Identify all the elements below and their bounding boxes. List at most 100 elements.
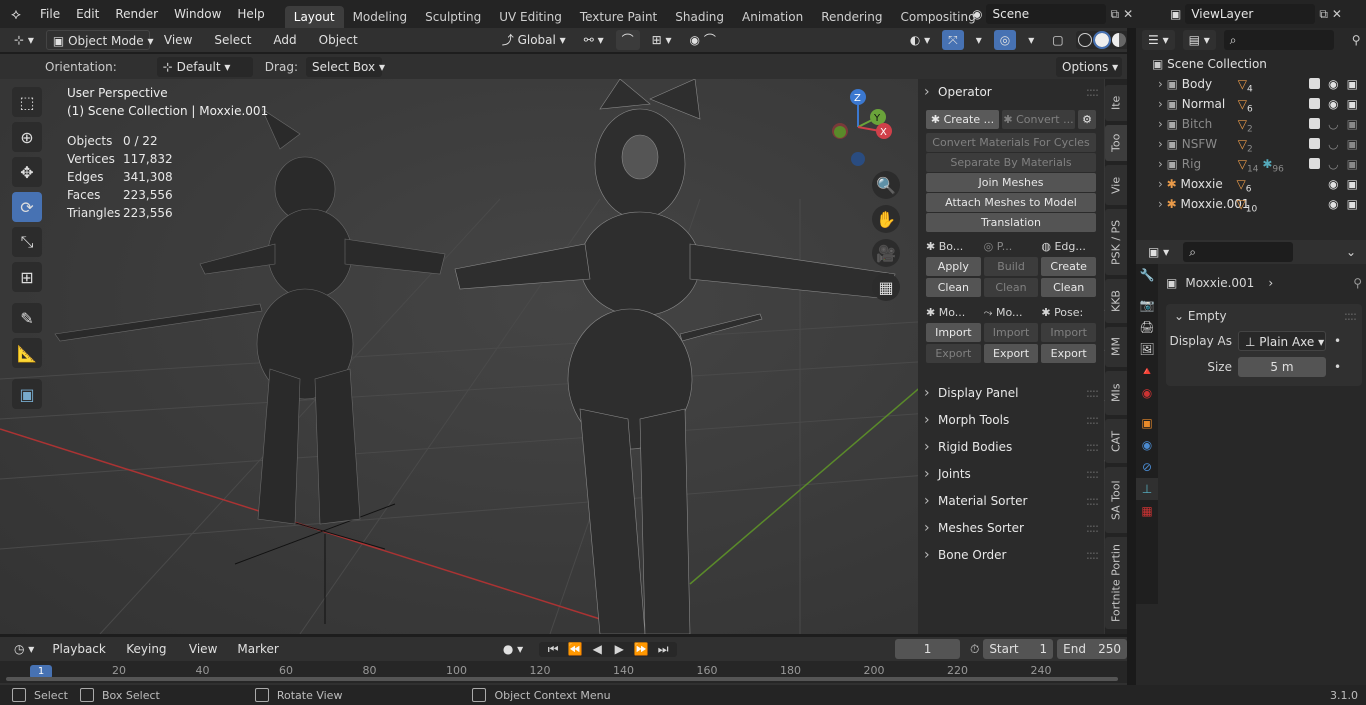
proportional-edit-toggle[interactable]: ◉ ⌒: [683, 30, 722, 50]
tab-view[interactable]: Vie: [1105, 165, 1127, 205]
empty-panel-header[interactable]: ⌄ Empty ::::: [1166, 304, 1362, 328]
menu-add[interactable]: Add: [265, 28, 304, 52]
overlay-toggle[interactable]: ◎: [993, 30, 1017, 50]
jump-keyframe-back-icon[interactable]: ⏪: [565, 642, 585, 657]
section-rigid-bodies[interactable]: Rigid Bodies::::: [918, 434, 1104, 461]
expand-chevron-icon[interactable]: ›: [1158, 77, 1167, 91]
tool-tab-icon[interactable]: 🔧: [1136, 264, 1158, 286]
outliner-item[interactable]: › ▣ NSFW ▽2 ◡ ▣: [1136, 134, 1366, 154]
tab-fortnite[interactable]: Fortnite Portin: [1105, 537, 1127, 629]
properties-editor-dropdown[interactable]: ▣ ▾: [1142, 242, 1176, 262]
tab-compositing[interactable]: Compositing: [891, 6, 984, 28]
timeline-ruler[interactable]: 1 20 40 60 80 100 120 140 160 180 200 220 240: [0, 661, 1127, 683]
copy-icon[interactable]: ⧉: [1110, 7, 1119, 22]
record-button[interactable]: ● ▾: [496, 639, 530, 659]
close-icon[interactable]: ✕: [1332, 7, 1342, 21]
overlay-dropdown[interactable]: ▾: [1022, 30, 1041, 50]
checkbox-icon[interactable]: [1309, 158, 1321, 169]
menu-render[interactable]: Render: [107, 0, 166, 28]
outliner-editor-dropdown[interactable]: ☰ ▾: [1142, 30, 1175, 50]
tab-mis[interactable]: MIs: [1105, 371, 1127, 415]
render-tab-icon[interactable]: 📷: [1136, 294, 1158, 316]
attach-meshes-button[interactable]: Attach Meshes to Model: [926, 193, 1096, 212]
clock-icon[interactable]: ⏱: [970, 642, 979, 657]
options-dropdown[interactable]: Options ▾: [1056, 56, 1122, 77]
checkbox-icon[interactable]: [1309, 98, 1321, 109]
tab-sa-tool[interactable]: SA Tool: [1105, 467, 1127, 533]
area-divider[interactable]: [1127, 28, 1136, 687]
expand-chevron-icon[interactable]: ›: [1158, 97, 1167, 111]
annotate-tool[interactable]: ✎: [12, 303, 42, 333]
translation-button[interactable]: Translation: [926, 213, 1096, 232]
export-motion-button[interactable]: Export: [983, 344, 1039, 363]
orientation-dropdown[interactable]: ⊹ Default ▾: [156, 56, 253, 77]
play-reverse-icon[interactable]: ◀: [587, 642, 607, 657]
tab-layout[interactable]: Layout: [284, 6, 344, 28]
output-tab-icon[interactable]: 🖨: [1136, 316, 1158, 338]
display-as-dropdown[interactable]: ⊥ Plain Axe ▾: [1238, 331, 1326, 351]
tab-cat[interactable]: CAT: [1105, 419, 1127, 463]
expand-chevron-icon[interactable]: ›: [1158, 137, 1167, 151]
checkbox-icon[interactable]: [1309, 118, 1321, 129]
outliner-item[interactable]: › ▣ Rig ▽14 ✱96 ◡ ▣: [1136, 154, 1366, 174]
wireframe-shading-icon[interactable]: [1077, 33, 1092, 47]
import-model-button[interactable]: Import: [926, 323, 981, 342]
tab-uv-editing[interactable]: UV Editing: [490, 6, 571, 28]
select-box-tool[interactable]: ⬚: [12, 87, 42, 117]
eye-icon[interactable]: ◉: [1328, 74, 1338, 94]
pan-button[interactable]: ✋: [872, 205, 900, 233]
outliner-item[interactable]: › ✱ Moxxie ▽6 ◉ ▣: [1136, 174, 1366, 194]
drag-grip-icon[interactable]: ::::: [1086, 542, 1099, 569]
snap-toggle[interactable]: ⌒: [615, 30, 640, 50]
drag-grip-icon[interactable]: ::::: [1086, 407, 1099, 434]
create-edge-button[interactable]: Create: [1041, 257, 1097, 276]
export-model-button[interactable]: Export: [926, 344, 981, 363]
measure-tool[interactable]: 📐: [12, 338, 42, 368]
drag-grip-icon[interactable]: ::::: [1086, 380, 1099, 407]
expand-chevron-icon[interactable]: ›: [1158, 197, 1167, 211]
gizmo-toggle[interactable]: ⤧: [942, 30, 964, 50]
timeline-editor-dropdown[interactable]: ◷ ▾: [8, 639, 41, 659]
menu-select[interactable]: Select: [206, 28, 259, 52]
cursor-tool[interactable]: ⊕: [12, 122, 42, 152]
viewlayer-selector[interactable]: ▣ ViewLayer ⧉ ✕: [1170, 3, 1366, 25]
section-material-sorter[interactable]: Material Sorter::::: [918, 488, 1104, 515]
texture-tab-icon[interactable]: ▦: [1136, 500, 1158, 522]
drag-grip-icon[interactable]: ::::: [1086, 515, 1099, 542]
rotate-tool[interactable]: ⟳: [12, 192, 42, 222]
menu-view[interactable]: View: [156, 28, 200, 52]
add-cube-tool[interactable]: ▣: [12, 379, 42, 409]
tab-animation[interactable]: Animation: [733, 6, 812, 28]
end-frame-field[interactable]: End 250: [1057, 639, 1127, 659]
camera-icon[interactable]: ▣: [1347, 74, 1358, 94]
blender-logo-icon[interactable]: ⟡: [0, 5, 32, 23]
eye-icon[interactable]: ◉: [1328, 174, 1338, 194]
menu-timeline-view[interactable]: View: [181, 637, 225, 661]
clean-edge-button[interactable]: Clean: [1041, 278, 1097, 297]
expand-chevron-icon[interactable]: ›: [1158, 177, 1167, 191]
scene-name-field[interactable]: Scene: [986, 4, 1107, 24]
jump-end-icon[interactable]: ⏭: [653, 642, 673, 657]
camera-icon[interactable]: ▣: [1347, 134, 1358, 154]
viewlayer-name-field[interactable]: ViewLayer: [1185, 4, 1316, 24]
jump-start-icon[interactable]: ⏮: [543, 642, 563, 657]
view-layer-tab-icon[interactable]: 🖼: [1136, 338, 1158, 360]
visibility-dropdown[interactable]: ◐ ▾: [903, 30, 937, 50]
camera-icon[interactable]: ▣: [1347, 194, 1358, 214]
drag-grip-icon[interactable]: ::::: [1086, 79, 1099, 106]
tab-shading[interactable]: Shading: [666, 6, 733, 28]
size-field[interactable]: 5 m: [1238, 357, 1326, 377]
navigation-gizmo[interactable]: Z Y X: [818, 87, 898, 167]
menu-edit[interactable]: Edit: [68, 0, 107, 28]
display-mode-dropdown[interactable]: ▤ ▾: [1182, 30, 1216, 50]
properties-search-input[interactable]: ⌕: [1183, 242, 1294, 262]
editor-type-dropdown[interactable]: ⊹ ▾: [8, 30, 40, 50]
operator-header[interactable]: Operator ::::: [918, 79, 1104, 106]
tab-rendering[interactable]: Rendering: [812, 6, 891, 28]
drag-grip-icon[interactable]: ::::: [1086, 461, 1099, 488]
export-pose-button[interactable]: Export: [1041, 344, 1097, 363]
material-shading-icon[interactable]: [1111, 33, 1126, 47]
drag-dropdown[interactable]: Select Box ▾: [305, 56, 385, 77]
camera-icon[interactable]: ▣: [1347, 154, 1358, 174]
scene-collection-row[interactable]: ▣ Scene Collection: [1136, 54, 1366, 74]
